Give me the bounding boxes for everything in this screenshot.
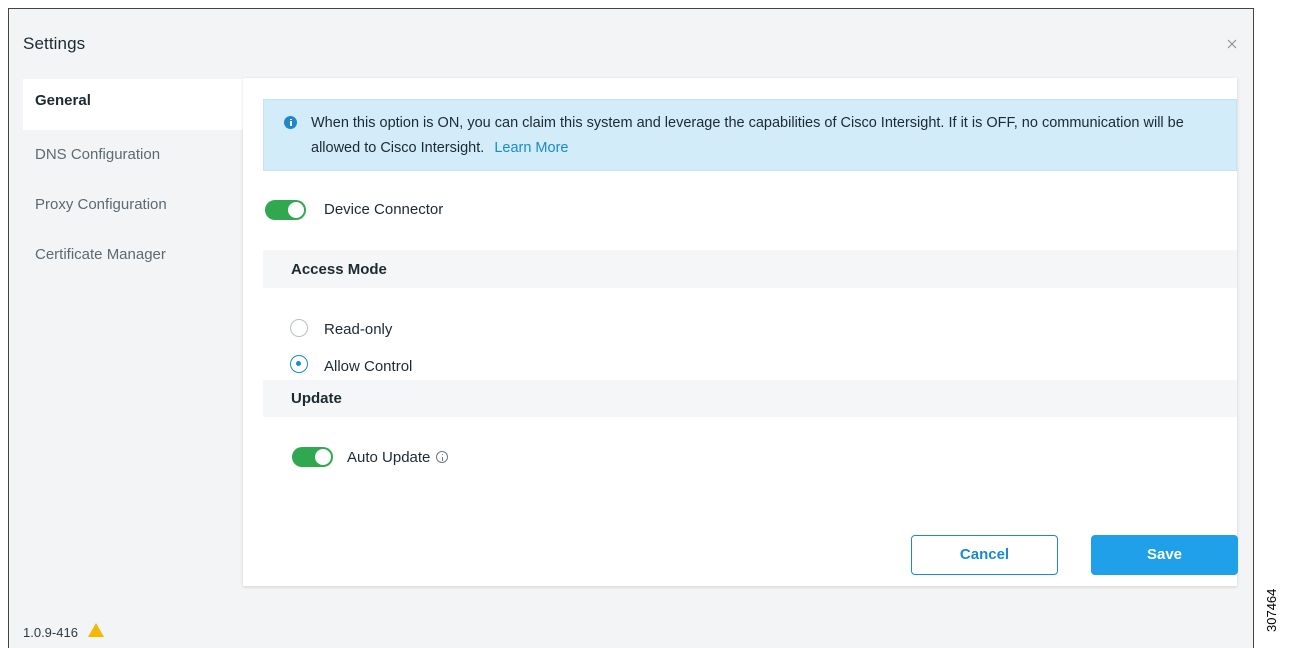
device-connector-toggle[interactable]	[265, 200, 306, 220]
access-mode-title: Access Mode	[291, 261, 387, 278]
sidebar-item-certificate-manager[interactable]: Certificate Manager	[23, 230, 243, 280]
info-banner-message: When this option is ON, you can claim th…	[311, 115, 1184, 156]
settings-sidebar: General DNS Configuration Proxy Configur…	[23, 79, 243, 280]
sidebar-item-general[interactable]: General	[23, 79, 243, 130]
auto-update-label-wrap: Auto Update	[347, 449, 449, 466]
figure-number: 307464	[1264, 588, 1279, 632]
info-banner: When this option is ON, you can claim th…	[263, 99, 1237, 171]
toggle-knob	[288, 202, 304, 218]
auto-update-label: Auto Update	[347, 449, 431, 466]
toggle-knob	[315, 449, 331, 465]
radio-allow-control-label: Allow Control	[324, 358, 413, 375]
update-header: Update	[263, 380, 1237, 417]
access-mode-header: Access Mode	[263, 250, 1237, 288]
sidebar-item-dns-configuration[interactable]: DNS Configuration	[23, 130, 243, 180]
learn-more-link[interactable]: Learn More	[494, 140, 568, 156]
sidebar-item-proxy-configuration[interactable]: Proxy Configuration	[23, 180, 243, 230]
general-panel: When this option is ON, you can claim th…	[243, 78, 1238, 586]
info-banner-text: When this option is ON, you can claim th…	[311, 111, 1226, 161]
device-connector-label: Device Connector	[324, 201, 444, 218]
auto-update-toggle[interactable]	[292, 447, 333, 467]
save-button[interactable]: Save	[1091, 535, 1238, 575]
dialog-title: Settings	[23, 34, 86, 53]
info-icon	[284, 116, 297, 129]
warning-icon[interactable]	[87, 622, 105, 643]
info-icon[interactable]	[436, 451, 449, 463]
radio-read-only[interactable]	[290, 319, 308, 337]
radio-read-only-label: Read-only	[324, 321, 393, 338]
update-title: Update	[291, 390, 342, 407]
radio-allow-control[interactable]	[290, 355, 308, 373]
version-label: 1.0.9-416	[23, 625, 78, 640]
cancel-button[interactable]: Cancel	[911, 535, 1058, 575]
close-icon[interactable]	[1225, 37, 1239, 51]
settings-dialog: Settings General DNS Configuration Proxy…	[8, 8, 1254, 648]
